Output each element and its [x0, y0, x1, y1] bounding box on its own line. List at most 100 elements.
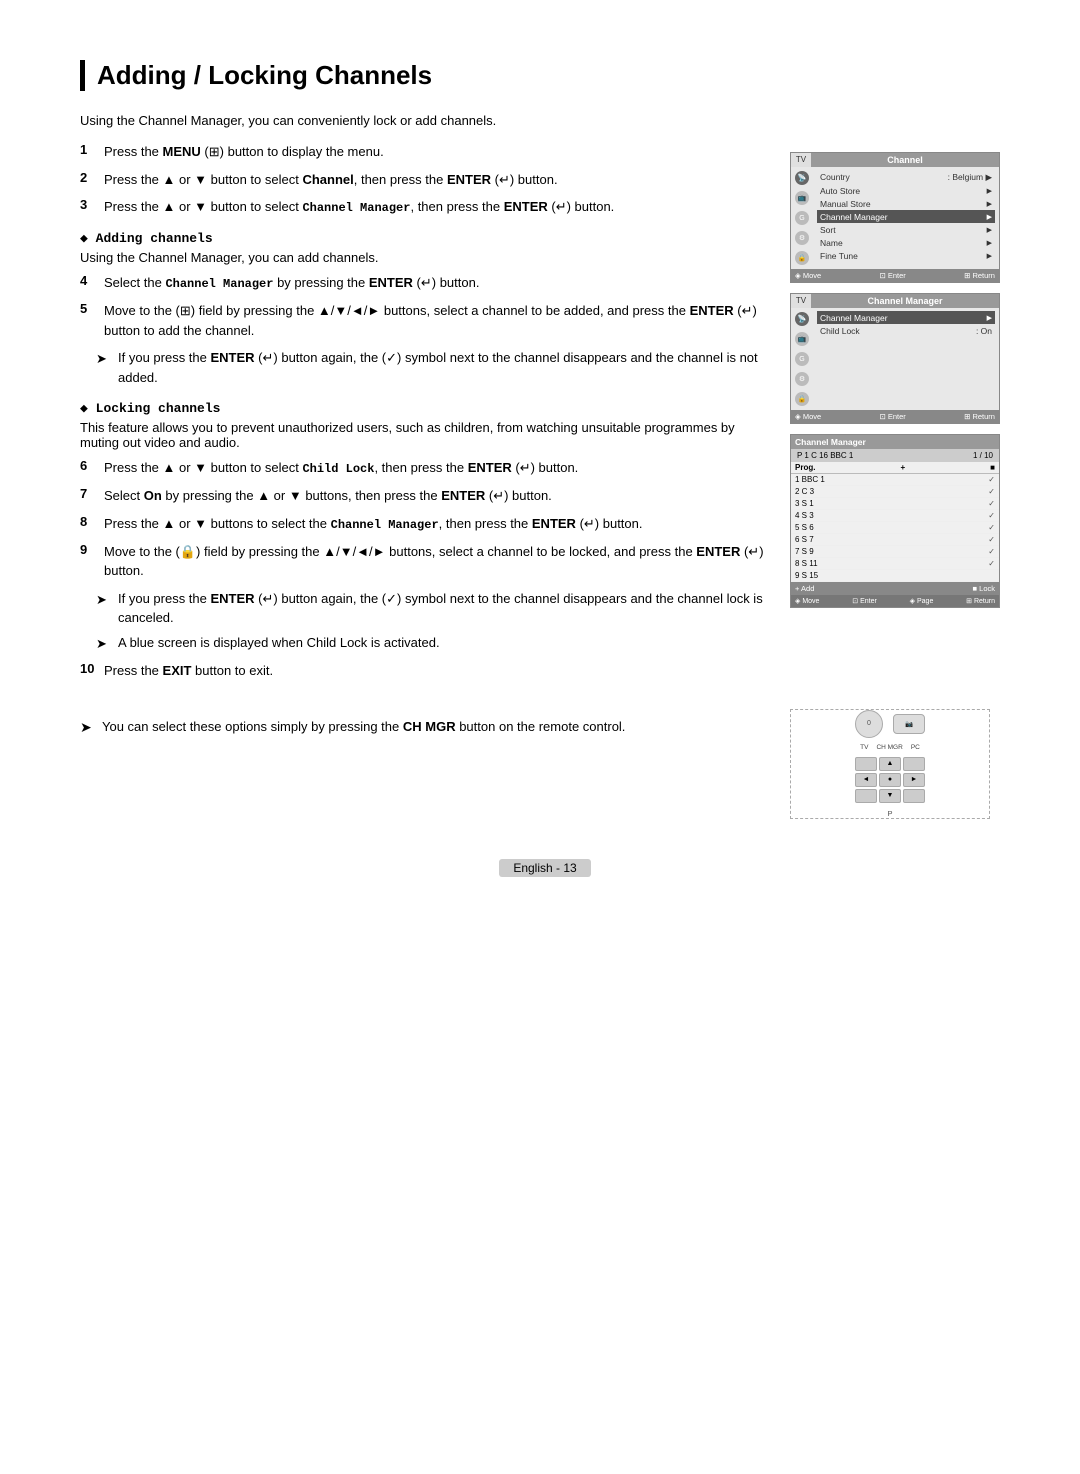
- step-text-6: Press the ▲ or ▼ button to select Child …: [104, 458, 578, 478]
- channel-row-4: 4 S 3✓: [791, 510, 999, 522]
- locking-note-text-1: If you press the ENTER (↵) button again,…: [118, 589, 770, 628]
- step-num-5: 5: [80, 301, 96, 316]
- screen2-menu: Channel Manager▶ Child Lock: On: [813, 308, 999, 410]
- step-num-4: 4: [80, 273, 96, 288]
- nav-down: ▼: [879, 789, 901, 803]
- footer-note-text: You can select these options simply by p…: [102, 717, 625, 737]
- menu-fine-tune: Fine Tune▶: [817, 249, 995, 262]
- step-num-3: 3: [80, 197, 96, 212]
- arrow-icon-2: ➤: [96, 590, 112, 610]
- screens-panel: TV Channel 📡 📺 G ⚙ 🔒 Country: Belgium ▶ …: [790, 142, 1010, 689]
- step-num-2: 2: [80, 170, 96, 185]
- nav-up-left: [855, 757, 877, 771]
- menu-country: Country: Belgium ▶: [817, 170, 995, 184]
- step-6: 6 Press the ▲ or ▼ button to select Chil…: [80, 458, 770, 478]
- remote-0-button: 0: [855, 710, 883, 738]
- footer-note-area: ➤ You can select these options simply by…: [80, 699, 770, 819]
- locking-channels-title: Locking channels: [80, 401, 770, 416]
- step-3: 3 Press the ▲ or ▼ button to select Chan…: [80, 197, 770, 217]
- step-text-4: Select the Channel Manager by pressing t…: [104, 273, 479, 293]
- step-10: 10 Press the EXIT button to exit.: [80, 661, 770, 681]
- arrow-icon-3: ➤: [96, 634, 112, 654]
- step-text-8: Press the ▲ or ▼ buttons to select the C…: [104, 514, 642, 534]
- remote-inner: 0 📷 TV CH MGR PC ▲ ◄ ● ► ▼: [855, 710, 925, 818]
- step-5: 5 Move to the (⊞) field by pressing the …: [80, 301, 770, 340]
- channel-row-9: 9 S 15: [791, 570, 999, 582]
- page-footer: English - 13: [80, 859, 1010, 877]
- label-tv: TV: [860, 744, 868, 751]
- icon-antenna: 📡: [795, 171, 809, 185]
- screen3-info: P 1 C 16 BBC 1 1 / 10: [791, 449, 999, 462]
- step-text-9: Move to the (🔒) field by pressing the ▲/…: [104, 542, 770, 581]
- screen2-footer: ◈ Move⊡ Enter⊞ Return: [791, 410, 999, 423]
- channel-row-1: 1 BBC 1✓: [791, 474, 999, 486]
- remote-nav-pad: ▲ ◄ ● ► ▼: [855, 757, 925, 803]
- locking-channels-desc: This feature allows you to prevent unaut…: [80, 420, 770, 450]
- icon-tv: 📺: [795, 191, 809, 205]
- screen-channel-manager: TV Channel Manager 📡 📺 G ⚙ 🔒 Channel Man…: [790, 293, 1000, 424]
- menu-sort: Sort▶: [817, 223, 995, 236]
- step-4: 4 Select the Channel Manager by pressing…: [80, 273, 770, 293]
- step-text-3: Press the ▲ or ▼ button to select Channe…: [104, 197, 614, 217]
- adding-note: ➤ If you press the ENTER (↵) button agai…: [96, 348, 770, 387]
- screen3-cols: Prog.+■: [791, 462, 999, 474]
- channel-row-3: 3 S 1✓: [791, 498, 999, 510]
- step-1: 1 Press the MENU (⊞) button to display t…: [80, 142, 770, 162]
- step-9: 9 Move to the (🔒) field by pressing the …: [80, 542, 770, 581]
- adding-channels-title: Adding channels: [80, 231, 770, 246]
- remote-top-buttons: 0 📷: [855, 710, 925, 738]
- step-num-8: 8: [80, 514, 96, 529]
- adding-channels-section: Adding channels Using the Channel Manage…: [80, 231, 770, 387]
- step-text-5: Move to the (⊞) field by pressing the ▲/…: [104, 301, 770, 340]
- step-text-1: Press the MENU (⊞) button to display the…: [104, 142, 384, 162]
- icon2-g: G: [795, 352, 809, 366]
- locking-note-text-2: A blue screen is displayed when Child Lo…: [118, 633, 440, 653]
- intro-text: Using the Channel Manager, you can conve…: [80, 113, 1010, 128]
- screen-channel-list: Channel Manager P 1 C 16 BBC 1 1 / 10 Pr…: [790, 434, 1000, 608]
- step-text-10: Press the EXIT button to exit.: [104, 661, 273, 681]
- menu2-child-lock: Child Lock: On: [817, 324, 995, 337]
- screen1-icons: 📡 📺 G ⚙ 🔒: [791, 167, 813, 269]
- step-num-7: 7: [80, 486, 96, 501]
- step-2: 2 Press the ▲ or ▼ button to select Chan…: [80, 170, 770, 190]
- locking-note-2: ➤ A blue screen is displayed when Child …: [96, 633, 770, 654]
- screen3-header: Channel Manager: [791, 435, 999, 449]
- footer-note: ➤ You can select these options simply by…: [80, 717, 770, 738]
- bottom-section: ➤ You can select these options simply by…: [80, 699, 1010, 819]
- icon-g: G: [795, 211, 809, 225]
- channel-row-7: 7 S 9✓: [791, 546, 999, 558]
- steps-left: 1 Press the MENU (⊞) button to display t…: [80, 142, 770, 689]
- screen1-footer: ◈ Move⊡ Enter⊞ Return: [791, 269, 999, 282]
- channel-row-5: 5 S 6✓: [791, 522, 999, 534]
- menu-channel-manager: Channel Manager▶: [817, 210, 995, 223]
- screen3-nav: ◈ Move⊡ Enter◈ Page⊞ Return: [791, 595, 999, 607]
- adding-note-text: If you press the ENTER (↵) button again,…: [118, 348, 770, 387]
- step-num-6: 6: [80, 458, 96, 473]
- screen2-icons: 📡 📺 G ⚙ 🔒: [791, 308, 813, 410]
- menu-manual-store: Manual Store▶: [817, 197, 995, 210]
- page-number: English - 13: [499, 859, 590, 877]
- locking-note-1: ➤ If you press the ENTER (↵) button agai…: [96, 589, 770, 628]
- step-num-1: 1: [80, 142, 96, 157]
- menu2-channel-manager: Channel Manager▶: [817, 311, 995, 324]
- nav-down-right: [903, 789, 925, 803]
- step-text-2: Press the ▲ or ▼ button to select Channe…: [104, 170, 558, 190]
- arrow-icon-1: ➤: [96, 349, 112, 369]
- remote-area: 0 📷 TV CH MGR PC ▲ ◄ ● ► ▼: [790, 699, 1010, 819]
- nav-down-left: [855, 789, 877, 803]
- remote-control-image: 0 📷 TV CH MGR PC ▲ ◄ ● ► ▼: [790, 709, 990, 819]
- label-chmgr: CH MGR: [876, 744, 902, 751]
- step-text-7: Select On by pressing the ▲ or ▼ buttons…: [104, 486, 552, 506]
- channel-row-2: 2 C 3✓: [791, 486, 999, 498]
- step-num-10: 10: [80, 661, 96, 676]
- icon-tools: ⚙: [795, 231, 809, 245]
- screen3-footer: + Add■ Lock: [791, 582, 999, 595]
- step-7: 7 Select On by pressing the ▲ or ▼ butto…: [80, 486, 770, 506]
- nav-center: ●: [879, 773, 901, 787]
- channel-row-8: 8 S 11✓: [791, 558, 999, 570]
- channel-row-6: 6 S 7✓: [791, 534, 999, 546]
- locking-channels-section: Locking channels This feature allows you…: [80, 401, 770, 653]
- icon2-lock: 🔒: [795, 392, 809, 406]
- icon-lock: 🔒: [795, 251, 809, 265]
- footer-arrow-icon: ➤: [80, 717, 96, 738]
